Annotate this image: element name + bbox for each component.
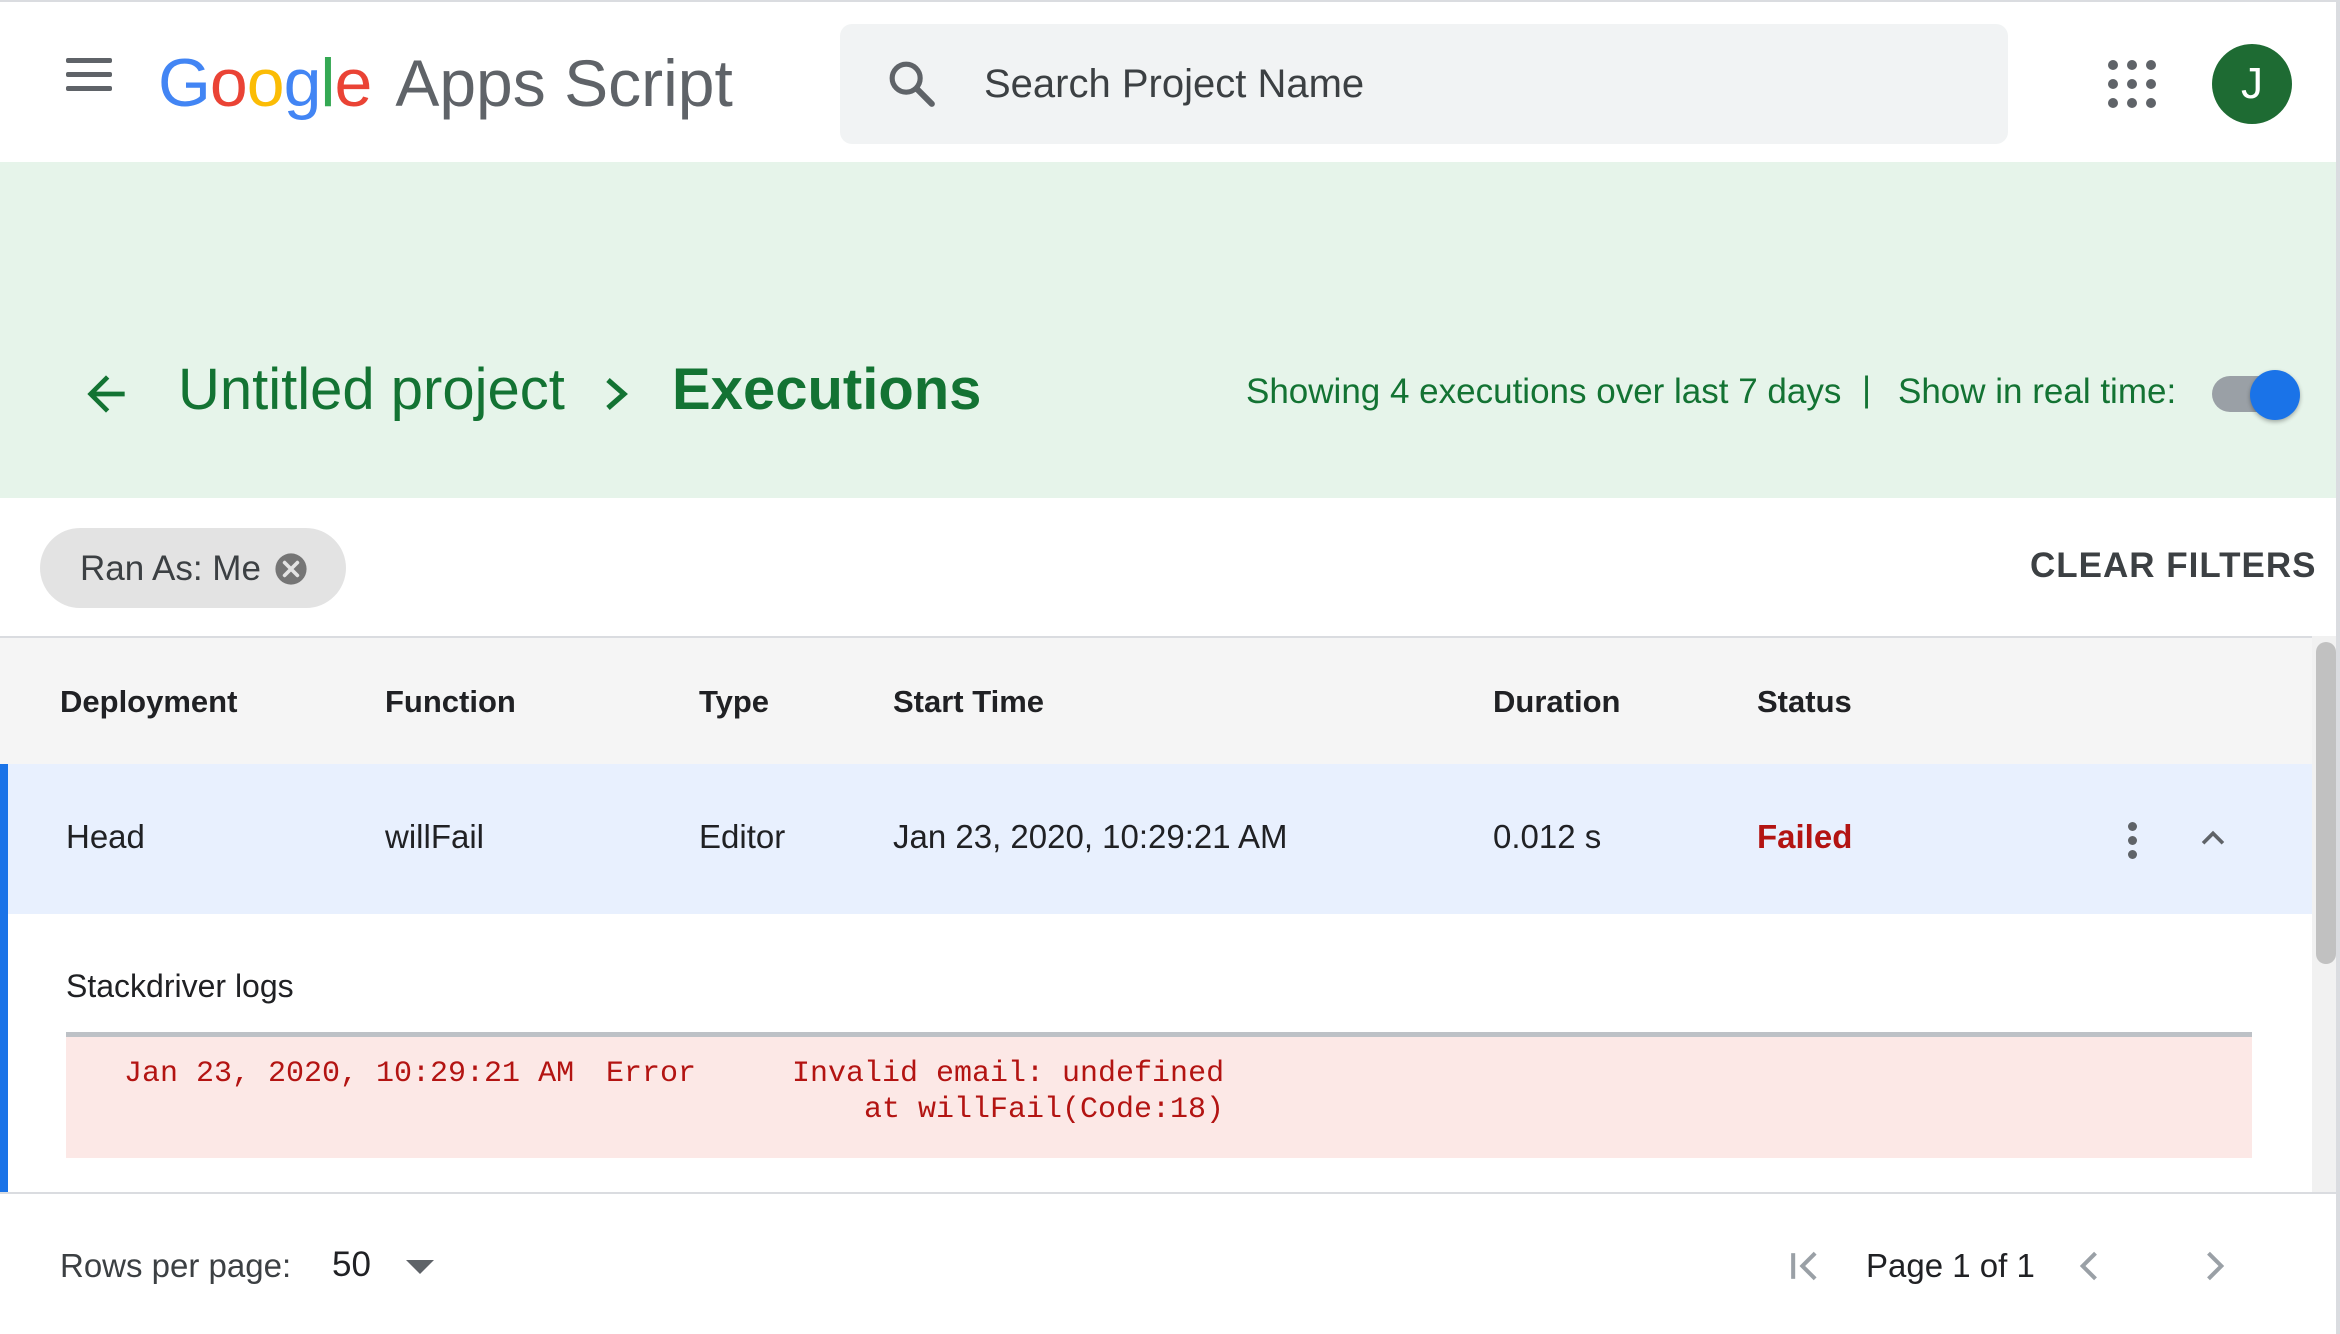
more-vert-icon[interactable]	[2120, 820, 2146, 860]
column-header-deployment[interactable]: Deployment	[60, 684, 237, 720]
status-badge: Failed	[1757, 818, 1853, 855]
logs-title: Stackdriver logs	[66, 968, 294, 1004]
column-header-type[interactable]: Type	[699, 684, 769, 720]
top-app-bar: Google Apps Script J	[0, 0, 2340, 162]
apps-script-logo[interactable]: Google Apps Script	[158, 44, 733, 124]
table-header: Deployment Function Type Start Time Dura…	[0, 636, 2312, 764]
execution-summary: Showing 4 executions over last 7 days	[1246, 372, 1842, 411]
table-row[interactable]: Head willFail Editor Jan 23, 2020, 10:29…	[0, 764, 2312, 914]
cell-deployment: Head	[66, 818, 145, 855]
first-page-icon[interactable]	[1784, 1244, 1828, 1288]
apps-grid-icon[interactable]	[2108, 60, 2156, 108]
chevron-left-icon[interactable]	[2068, 1244, 2112, 1288]
expand-less-icon[interactable]	[2196, 822, 2230, 856]
cell-function: willFail	[385, 818, 484, 855]
filter-chip-label: Ran As: Me	[80, 549, 261, 588]
column-header-duration[interactable]: Duration	[1493, 684, 1620, 720]
page-indicator: Page 1 of 1	[1866, 1247, 2035, 1284]
column-header-status[interactable]: Status	[1757, 684, 1852, 720]
filter-chip-ran-as[interactable]: Ran As: Me	[40, 528, 346, 608]
avatar[interactable]: J	[2212, 44, 2292, 124]
search-bar[interactable]	[840, 24, 2008, 144]
summary-separator: |	[1862, 370, 1872, 409]
search-icon[interactable]	[884, 56, 940, 112]
log-message: Invalid email: undefined	[792, 1057, 1225, 1091]
window-border	[2336, 0, 2340, 1334]
log-stack-trace: at willFail(Code:18)	[864, 1093, 1225, 1127]
arrow-back-icon[interactable]	[78, 366, 134, 422]
log-time: Jan 23, 2020, 10:29:21 AM	[124, 1057, 575, 1091]
realtime-label: Show in real time:	[1898, 372, 2177, 411]
column-header-start-time[interactable]: Start Time	[893, 684, 1044, 720]
arrow-drop-down-icon	[406, 1260, 434, 1274]
product-name: Apps Script	[395, 46, 733, 120]
cell-start-time: Jan 23, 2020, 10:29:21 AM	[893, 818, 1288, 855]
cell-type: Editor	[699, 818, 786, 855]
menu-icon[interactable]	[60, 58, 120, 106]
breadcrumb-project[interactable]: Untitled project	[178, 356, 565, 423]
rows-per-page-select[interactable]: 50	[328, 1238, 448, 1294]
page-header-band	[0, 162, 2340, 498]
table-scrollbar-thumb[interactable]	[2316, 642, 2336, 964]
search-input[interactable]	[984, 52, 1964, 116]
column-header-function[interactable]: Function	[385, 684, 516, 720]
log-entry: Jan 23, 2020, 10:29:21 AM Error Invalid …	[66, 1032, 2252, 1158]
realtime-toggle-knob[interactable]	[2250, 370, 2300, 420]
log-level: Error	[606, 1057, 697, 1091]
chevron-right-icon	[606, 378, 628, 410]
chevron-right-icon[interactable]	[2192, 1244, 2236, 1288]
clear-filters-button[interactable]: CLEAR FILTERS	[2030, 546, 2316, 586]
cell-duration: 0.012 s	[1493, 818, 1602, 855]
google-wordmark: Google	[158, 45, 372, 121]
page-title: Executions	[672, 357, 982, 422]
cancel-circle-icon[interactable]	[274, 552, 308, 586]
rows-per-page-label: Rows per page:	[60, 1247, 292, 1284]
rows-per-page-value: 50	[332, 1245, 371, 1284]
